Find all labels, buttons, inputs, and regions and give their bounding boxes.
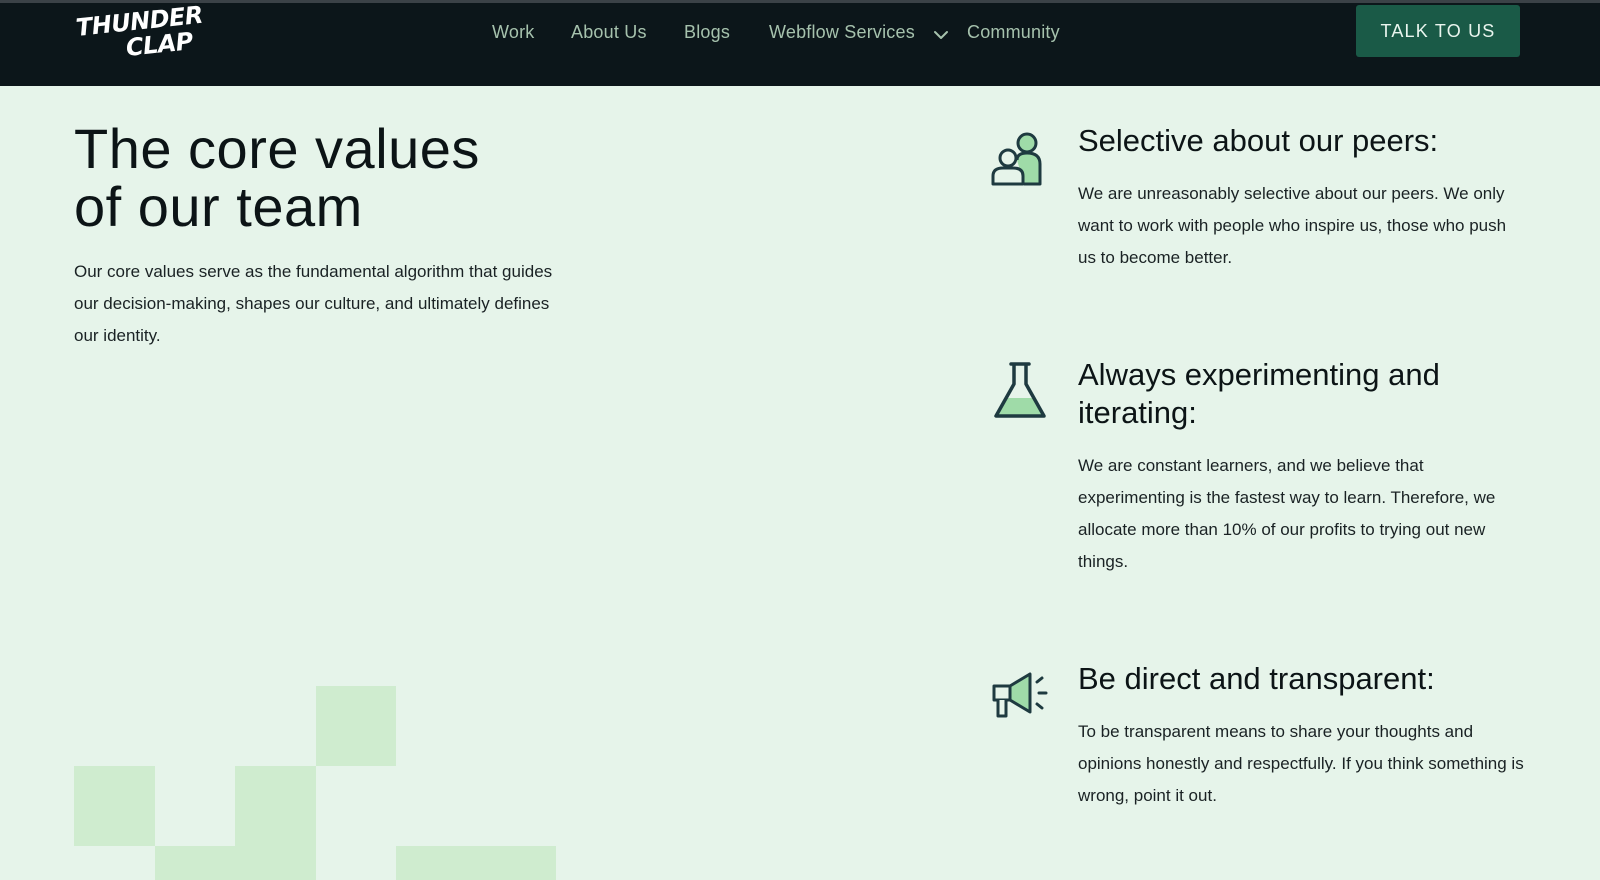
value-title-transparent: Be direct and transparent: — [1078, 661, 1435, 696]
logo-text-line2: CLAP — [124, 27, 195, 62]
flask-icon — [994, 362, 1046, 418]
intro-paragraph: Our core values serve as the fundamental… — [74, 262, 553, 345]
peers-icon — [991, 132, 1042, 186]
value-text-experimenting: We are constant learners, and we believe… — [1078, 456, 1496, 571]
chevron-down-icon[interactable] — [931, 25, 951, 45]
nav-link-blogs[interactable]: Blogs — [684, 22, 730, 43]
deco-square — [155, 846, 316, 880]
nav-link-webflow-services[interactable]: Webflow Services — [769, 22, 915, 43]
deco-square — [235, 766, 316, 846]
nav-link-about-us[interactable]: About Us — [571, 22, 647, 43]
deco-square — [316, 686, 396, 766]
nav-link-work[interactable]: Work — [492, 22, 534, 43]
deco-square — [396, 846, 556, 880]
thunderclap-logo[interactable]: THUNDER CLAP — [75, 1, 205, 62]
talk-to-us-button[interactable]: TALK TO US — [1356, 5, 1520, 57]
value-title-experimenting-text: Always experimenting and iterating: — [1078, 357, 1440, 430]
page-title-line2: of our team — [74, 175, 363, 238]
top-navigation: THUNDER CLAP Work About Us Blogs Webflow… — [0, 1, 1600, 86]
page-title: The core values of our team — [74, 120, 594, 236]
value-text-transparent: To be transparent means to share your th… — [1078, 722, 1524, 805]
nav-link-community[interactable]: Community — [967, 22, 1060, 43]
value-title-experimenting: Always experimenting and iterating: — [1078, 356, 1538, 432]
value-title-peers: Selective about our peers: — [1078, 123, 1439, 158]
value-text-peers: We are unreasonably selective about our … — [1078, 184, 1507, 267]
megaphone-icon — [992, 672, 1048, 718]
page-title-line1: The core values — [74, 117, 480, 180]
deco-square — [74, 766, 155, 846]
